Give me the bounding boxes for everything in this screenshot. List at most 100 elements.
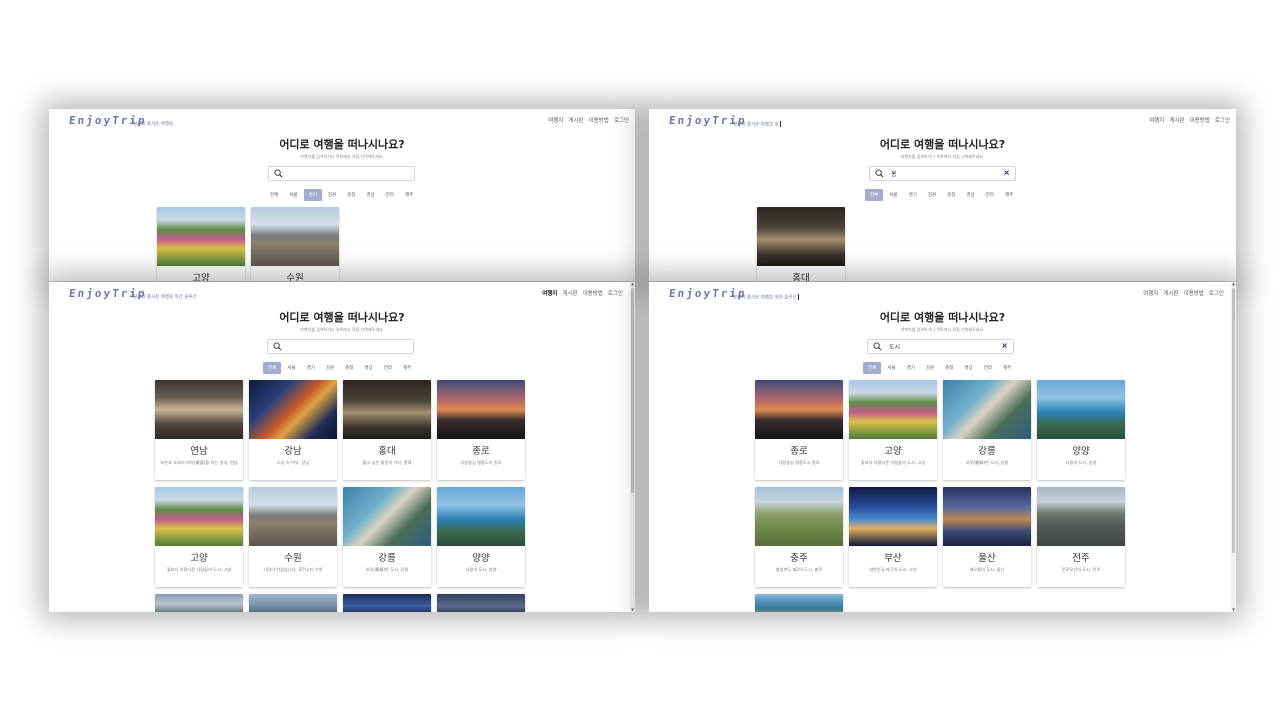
destination-card[interactable]: 강릉 호젓(豪靜)한 도시, 강릉 [943,380,1031,480]
destination-card[interactable]: 양양 서핑의 도시, 양양 [1037,380,1125,480]
destination-description: 사람이 반갑습니다, 휴먼시티 수원 [263,567,323,572]
destination-card[interactable]: 종로 사람중심 명품도시 종로 [755,380,843,480]
destination-card[interactable] [437,594,525,612]
category-gangwon[interactable]: 강원 [321,362,339,374]
search-input[interactable]: 도시 × [867,339,1014,354]
nav-item-destinations[interactable]: 여행지 [1149,116,1164,124]
destination-card[interactable] [155,594,243,612]
nav-item-login[interactable]: 로그인 [1215,116,1230,124]
destination-card[interactable]: 종로 사람중심 명품도시 종로 [437,380,525,480]
scroll-up-icon[interactable]: ▲ [1231,282,1236,286]
screenshot-panel-bottom-right: EnjoyTrip 당신의 즐거운 여행을 위한 솔루션 여행지 게시판 이용방… [649,282,1236,612]
destination-card[interactable]: 고양 꽃보다 아름다운 사람들의 도시, 고양 [849,380,937,480]
hero-subtitle: 여행지를 검색하거나 목록에서 직접 선택해주세요. [900,327,985,332]
category-gyeonggi[interactable]: 경기 [303,189,322,201]
destination-card[interactable]: 수원 사람이 반갑습니다, 휴먼시티 수원 [249,487,337,587]
category-gyeongsang[interactable]: 경상 [959,362,977,374]
scroll-down-icon[interactable]: ▼ [1231,608,1236,612]
nav-item-guide[interactable]: 이용방법 [1184,289,1204,297]
destination-card[interactable]: 홍대 [757,207,845,281]
clear-icon[interactable]: × [1001,341,1008,350]
category-gyeongsang[interactable]: 경상 [961,189,979,201]
category-chungcheong[interactable]: 충청 [342,189,360,201]
category-chungcheong[interactable]: 충청 [942,189,960,201]
nav-item-board[interactable]: 게시판 [568,116,583,124]
nav-item-board[interactable]: 게시판 [1169,116,1184,124]
destination-card[interactable]: 양양 서핑의 도시, 양양 [437,487,525,587]
destination-card[interactable]: 고양 [157,207,245,281]
category-gyeongsang[interactable]: 경상 [361,189,379,201]
category-all[interactable]: 전체 [263,362,282,374]
search-input[interactable] [268,166,415,181]
category-gangwon[interactable]: 강원 [921,362,939,374]
clear-icon[interactable]: × [1003,168,1010,177]
category-all[interactable]: 전체 [265,189,283,201]
category-all[interactable]: 전체 [863,362,882,374]
nav-item-guide[interactable]: 이용방법 [589,116,609,124]
category-jeju[interactable]: 제주 [398,362,416,374]
nav-item-destinations[interactable]: 여행지 [548,116,563,124]
scroll-up-icon[interactable]: ▲ [630,282,635,286]
nav-item-destinations[interactable]: 여행지 [1143,289,1158,297]
destination-card[interactable]: 충주 충청북도 제2의 도시, 충주 [755,487,843,587]
destination-card[interactable]: 울산 해오름의 도시, 울산 [943,487,1031,587]
fortress-city-photo [249,487,337,546]
nav-item-destinations[interactable]: 여행지 [542,289,557,297]
coast-aerial-photo [943,380,1031,439]
destination-card[interactable] [343,594,431,612]
destination-card[interactable]: 홍대 젊고 싶은 젊음의 거리, 홍대 [343,380,431,480]
nav-item-guide[interactable]: 이용방법 [583,289,603,297]
category-jeolla[interactable]: 전라 [979,362,997,374]
nav-item-guide[interactable]: 이용방법 [1190,116,1210,124]
page-scrollbar[interactable]: ▲ ▼ [630,282,635,612]
category-gyeonggi[interactable]: 경기 [902,362,920,374]
destination-card[interactable]: 강남 도심 속 여유, 강남 [249,380,337,480]
page-scrollbar[interactable]: ▲ ▼ [1231,282,1236,612]
category-jeolla[interactable]: 전라 [379,362,397,374]
category-jeolla[interactable]: 전라 [981,189,999,201]
category-jeju[interactable]: 제주 [1000,189,1018,201]
destination-card[interactable]: 연남 보존과 조화의 미덕(美德)을 아는 동네, 연남 [155,380,243,480]
category-gyeonggi[interactable]: 경기 [904,189,922,201]
bridge-night-photo [849,487,937,546]
category-seoul[interactable]: 서울 [882,362,900,374]
category-seoul[interactable]: 서울 [282,362,300,374]
text-cursor [779,121,781,127]
category-gangwon[interactable]: 강원 [323,189,341,201]
category-gyeonggi[interactable]: 경기 [302,362,320,374]
scrollbar-thumb[interactable] [1232,288,1235,553]
destination-card[interactable]: 고양 꽃보다 아름다운 사람들의 도시, 고양 [155,487,243,587]
nav-item-board[interactable]: 게시판 [562,289,577,297]
destination-card[interactable]: 부산 대한민국 제 2의 도시, 부산 [849,487,937,587]
flower-festival-photo [849,380,937,439]
ocean-pavilion-photo [1037,380,1125,439]
category-all[interactable]: 전체 [865,189,884,201]
nav-item-login[interactable]: 로그인 [608,289,623,297]
coast-aerial-photo [343,487,431,546]
nav-item-login[interactable]: 로그인 [1209,289,1224,297]
category-seoul[interactable]: 서울 [284,189,302,201]
destination-card[interactable]: 수원 [251,207,339,281]
hero-title: 어디로 여행을 떠나시나요? [879,138,1006,151]
destination-description: 사람중심 명품도시 종로 [460,460,502,465]
category-seoul[interactable]: 서울 [884,189,902,201]
nav-item-login[interactable]: 로그인 [614,116,629,124]
scrollbar-thumb[interactable] [631,288,634,493]
destination-card[interactable] [755,594,843,612]
destination-name: 부산 [884,553,902,564]
category-jeju[interactable]: 제주 [400,189,418,201]
search-input[interactable]: 홍 × [869,166,1016,181]
category-jeolla[interactable]: 전라 [381,189,399,201]
category-chungcheong[interactable]: 충청 [940,362,958,374]
category-gyeongsang[interactable]: 경상 [359,362,377,374]
category-chungcheong[interactable]: 충청 [340,362,358,374]
hero-subtitle: 여행지를 검색하거나 목록에서 직접 선택해주세요. [300,327,384,332]
destination-card[interactable]: 전주 문화유산의 도시, 전주 [1037,487,1125,587]
category-gangwon[interactable]: 강원 [923,189,941,201]
category-jeju[interactable]: 제주 [998,362,1016,374]
destination-card[interactable]: 강릉 호젓(豪靜)한 도시, 강릉 [343,487,431,587]
nav-item-board[interactable]: 게시판 [1163,289,1178,297]
destination-card[interactable] [249,594,337,612]
search-input[interactable] [267,339,414,354]
scroll-down-icon[interactable]: ▼ [630,608,635,612]
